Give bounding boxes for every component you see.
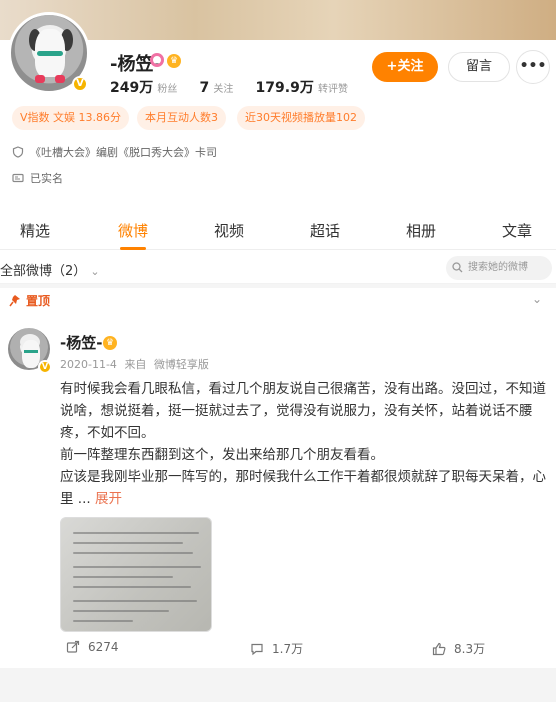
section-divider (0, 284, 556, 288)
post-date[interactable]: 2020-11-4 (60, 358, 117, 371)
search-icon (452, 262, 463, 273)
post-options-chevron-icon[interactable]: ⌄ (532, 292, 542, 306)
pin-icon (9, 294, 20, 306)
avatar-dog-shoe (55, 75, 65, 83)
tab-featured[interactable]: 精选 (20, 220, 50, 241)
post-body: 有时候我会看几眼私信，看过几个朋友说自己很痛苦，没有出路。没回过，不知道说啥，想… (60, 378, 552, 510)
comment-button[interactable]: 1.7万 (250, 640, 303, 657)
fans-label: 粉丝 (157, 84, 178, 95)
likes-count: 179.9万 (255, 80, 314, 96)
profile-info-line: 《吐槽大会》编剧《脱口秀大会》卡司 (12, 144, 217, 160)
post-paragraph-3-text: 应该是我刚毕业那一阵写的，那时候我什么工作干着都很烦就辞了职每天呆着，心里 ..… (60, 469, 546, 507)
repost-button[interactable]: 6274 (66, 640, 119, 654)
pinned-label: 置顶 (8, 292, 50, 309)
like-count: 8.3万 (454, 642, 486, 656)
post-source: 微博轻享版 (153, 358, 209, 371)
verified-badge-icon: V (72, 76, 88, 92)
avatar-dog-shoe (35, 75, 45, 83)
post-paragraph-3: 应该是我刚毕业那一阵写的，那时候我什么工作干着都很烦就辞了职每天呆着，心里 ..… (60, 466, 552, 510)
thumbs-up-icon (432, 642, 446, 655)
shield-icon (12, 146, 24, 158)
post-crown-icon: ♛ (103, 336, 117, 350)
profile-description: 《吐槽大会》编剧《脱口秀大会》卡司 (30, 146, 217, 159)
all-posts-filter[interactable]: 全部微博（2） ⌄ (0, 260, 100, 279)
search-placeholder: 搜索她的微博 (468, 262, 528, 273)
bottom-divider (0, 668, 556, 702)
likes-label: 转评赞 (317, 84, 348, 95)
verification-line: 已实名 (12, 170, 63, 186)
post-verified-badge-icon: V (38, 360, 52, 374)
ring-icon (150, 53, 164, 67)
active-tab-indicator (120, 247, 146, 250)
crown-icon: ♛ (167, 54, 181, 68)
repost-count: 6274 (88, 640, 119, 654)
avatar-dog-collar (37, 51, 63, 56)
like-button[interactable]: 8.3万 (432, 640, 485, 657)
search-posts-input[interactable]: 搜索她的微博 (446, 256, 552, 280)
more-options-button[interactable]: ••• (516, 50, 550, 84)
tab-weibo[interactable]: 微博 (118, 220, 148, 241)
follow-button[interactable]: +关注 (372, 52, 438, 82)
tag-v-index[interactable]: V指数 文娱 13.86分 (12, 106, 130, 130)
post-author-name[interactable]: -杨笠- (60, 332, 102, 353)
profile-stats: 249万 粉丝 7 关注 179.9万 转评赞 (110, 77, 366, 97)
repost-icon (66, 640, 80, 653)
post-meta: 2020-11-4 来自 微博轻享版 (60, 356, 213, 372)
tab-albums[interactable]: 相册 (406, 220, 436, 241)
comment-count: 1.7万 (272, 642, 304, 656)
tab-articles[interactable]: 文章 (502, 220, 532, 241)
tag-video-plays[interactable]: 近30天视频播放量102 (237, 106, 365, 130)
id-card-icon (12, 173, 24, 183)
expand-link[interactable]: 展开 (95, 491, 122, 507)
filter-row: 全部微博（2） ⌄ 搜索她的微博 (0, 252, 556, 284)
message-button[interactable]: 留言 (448, 52, 510, 82)
post-image-handwritten-note[interactable] (60, 517, 212, 632)
post-paragraph-2: 前一阵整理东西翻到这个，发出来给那几个朋友看看。 (60, 447, 384, 463)
chevron-down-icon: ⌄ (90, 265, 100, 278)
follow-count: 7 (199, 80, 210, 96)
post-actions: 6274 1.7万 8.3万 (0, 636, 556, 664)
fans-count: 249万 (110, 80, 154, 96)
comment-icon (251, 643, 263, 655)
verification-status: 已实名 (30, 172, 63, 185)
tab-super-topics[interactable]: 超话 (310, 220, 340, 241)
pinned-text: 置顶 (26, 294, 51, 308)
all-posts-label: 全部微博（2） (0, 264, 87, 279)
follow-label: 关注 (213, 84, 234, 95)
post-source-prefix: 来自 (124, 358, 147, 371)
post-paragraph-1: 有时候我会看几眼私信，看过几个朋友说自己很痛苦，没有出路。没回过，不知道说啥，想… (60, 381, 546, 441)
tag-monthly-interaction[interactable]: 本月互动人数3 (137, 106, 226, 130)
tab-videos[interactable]: 视频 (214, 220, 244, 241)
profile-tabs: 精选 微博 视频 超话 相册 文章 (0, 212, 556, 250)
